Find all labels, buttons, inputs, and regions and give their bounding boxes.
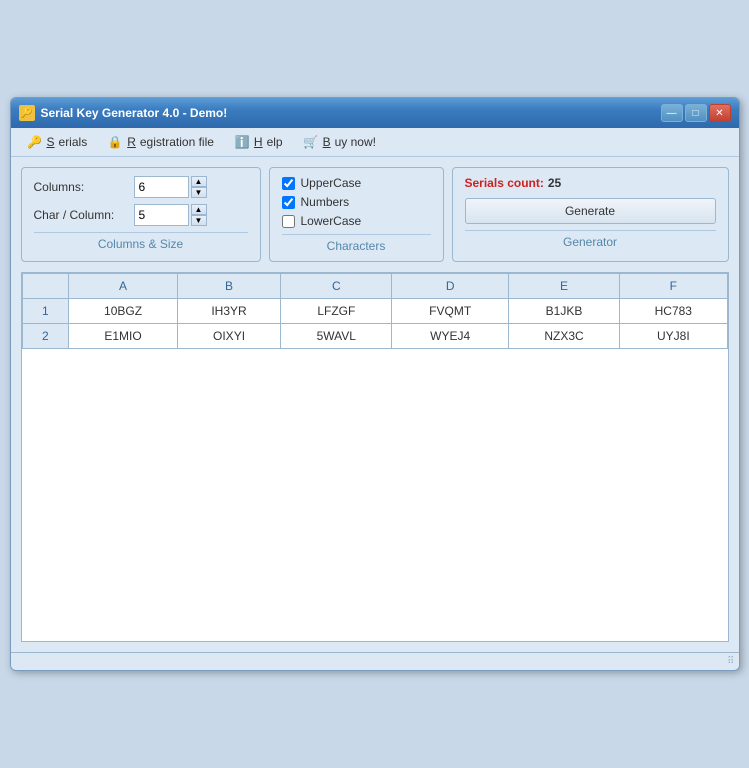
menu-registration-label: R <box>127 135 136 149</box>
help-icon: ℹ️ <box>234 134 250 150</box>
table-header: A B C D E F <box>22 274 727 299</box>
serials-count-value: 25 <box>548 176 561 190</box>
menu-serials-label: S <box>47 135 55 149</box>
controls-row: Columns: ▲ ▼ Char / Column: ▲ <box>21 167 729 262</box>
table-cell: WYEJ4 <box>392 324 508 349</box>
table-header-row: A B C D E F <box>22 274 727 299</box>
numbers-row: Numbers <box>282 195 431 209</box>
menu-help-rest: elp <box>267 135 283 149</box>
title-controls: — □ ✕ <box>661 104 731 122</box>
resize-grip: ⠿ <box>727 656 734 667</box>
char-column-input-group: ▲ ▼ <box>134 204 207 226</box>
table-cell: 10BGZ <box>69 299 178 324</box>
columns-panel: Columns: ▲ ▼ Char / Column: ▲ <box>21 167 261 262</box>
serials-count-row: Serials count: 25 <box>465 176 716 190</box>
table-cell: OIXYI <box>177 324 280 349</box>
lowercase-label: LowerCase <box>301 214 362 228</box>
uppercase-checkbox[interactable] <box>282 177 295 190</box>
title-bar-left: 🔑 Serial Key Generator 4.0 - Demo! <box>19 105 228 121</box>
menu-help-label: H <box>254 135 263 149</box>
char-column-input[interactable] <box>134 204 189 226</box>
numbers-label: Numbers <box>301 195 350 209</box>
characters-panel-title: Characters <box>282 234 431 253</box>
columns-panel-title: Columns & Size <box>34 232 248 251</box>
columns-spin-down[interactable]: ▼ <box>191 187 207 198</box>
characters-panel: UpperCase Numbers LowerCase Characters <box>269 167 444 262</box>
header-c: C <box>281 274 392 299</box>
menu-registration-rest: egistration file <box>140 135 214 149</box>
table-cell: IH3YR <box>177 299 280 324</box>
main-content: Columns: ▲ ▼ Char / Column: ▲ <box>11 157 739 652</box>
header-b: B <box>177 274 280 299</box>
columns-spin-up[interactable]: ▲ <box>191 176 207 187</box>
app-icon: 🔑 <box>19 105 35 121</box>
menu-buynow[interactable]: 🛒 Buy now! <box>295 131 384 153</box>
main-window: 🔑 Serial Key Generator 4.0 - Demo! — □ ✕… <box>10 97 740 671</box>
char-column-spin-down[interactable]: ▼ <box>191 215 207 226</box>
table-body: 110BGZIH3YRLFZGFFVQMTB1JKBHC7832E1MIOOIX… <box>22 299 727 349</box>
serials-table: A B C D E F 110BGZIH3YRLFZGFFVQMTB1JKBHC… <box>22 273 728 349</box>
row-num-cell: 1 <box>22 299 69 324</box>
columns-input[interactable] <box>134 176 189 198</box>
numbers-checkbox[interactable] <box>282 196 295 209</box>
header-f: F <box>620 274 727 299</box>
minimize-button[interactable]: — <box>661 104 683 122</box>
columns-input-group: ▲ ▼ <box>134 176 207 198</box>
table-row: 110BGZIH3YRLFZGFFVQMTB1JKBHC783 <box>22 299 727 324</box>
cart-icon: 🛒 <box>303 134 319 150</box>
header-rownum <box>22 274 69 299</box>
generator-panel: Serials count: 25 Generate Generator <box>452 167 729 262</box>
header-d: D <box>392 274 508 299</box>
serials-icon: 🔑 <box>27 134 43 150</box>
menu-help[interactable]: ℹ️ Help <box>226 131 291 153</box>
table-container: A B C D E F 110BGZIH3YRLFZGFFVQMTB1JKBHC… <box>21 272 729 642</box>
close-button[interactable]: ✕ <box>709 104 731 122</box>
table-cell: 5WAVL <box>281 324 392 349</box>
title-bar: 🔑 Serial Key Generator 4.0 - Demo! — □ ✕ <box>11 98 739 128</box>
table-cell: FVQMT <box>392 299 508 324</box>
statusbar: ⠿ <box>11 652 739 670</box>
menu-registration[interactable]: 🔒 Registration file <box>99 131 222 153</box>
maximize-button[interactable]: □ <box>685 104 707 122</box>
serials-count-label: Serials count: <box>465 176 544 190</box>
header-e: E <box>508 274 619 299</box>
lowercase-row: LowerCase <box>282 214 431 228</box>
uppercase-row: UpperCase <box>282 176 431 190</box>
menu-buynow-rest: uy now! <box>335 135 376 149</box>
table-row: 2E1MIOOIXYI5WAVLWYEJ4NZX3CUYJ8I <box>22 324 727 349</box>
table-cell: LFZGF <box>281 299 392 324</box>
char-column-spin: ▲ ▼ <box>191 204 207 226</box>
header-a: A <box>69 274 178 299</box>
generator-panel-title: Generator <box>465 230 716 249</box>
menu-serials[interactable]: 🔑 Serials <box>19 131 96 153</box>
lowercase-checkbox[interactable] <box>282 215 295 228</box>
char-column-spin-up[interactable]: ▲ <box>191 204 207 215</box>
columns-field-row: Columns: ▲ ▼ <box>34 176 248 198</box>
char-column-field-row: Char / Column: ▲ ▼ <box>34 204 248 226</box>
table-cell: HC783 <box>620 299 727 324</box>
table-cell: UYJ8I <box>620 324 727 349</box>
menu-bar: 🔑 Serials 🔒 Registration file ℹ️ Help 🛒 … <box>11 128 739 157</box>
table-cell: NZX3C <box>508 324 619 349</box>
table-cell: B1JKB <box>508 299 619 324</box>
row-num-cell: 2 <box>22 324 69 349</box>
registration-icon: 🔒 <box>107 134 123 150</box>
uppercase-label: UpperCase <box>301 176 362 190</box>
columns-label: Columns: <box>34 180 134 194</box>
generate-button[interactable]: Generate <box>465 198 716 224</box>
window-title: Serial Key Generator 4.0 - Demo! <box>41 106 228 120</box>
menu-serials-rest: erials <box>59 135 88 149</box>
columns-spin: ▲ ▼ <box>191 176 207 198</box>
table-cell: E1MIO <box>69 324 178 349</box>
menu-buynow-label: B <box>323 135 331 149</box>
char-column-label: Char / Column: <box>34 208 134 222</box>
